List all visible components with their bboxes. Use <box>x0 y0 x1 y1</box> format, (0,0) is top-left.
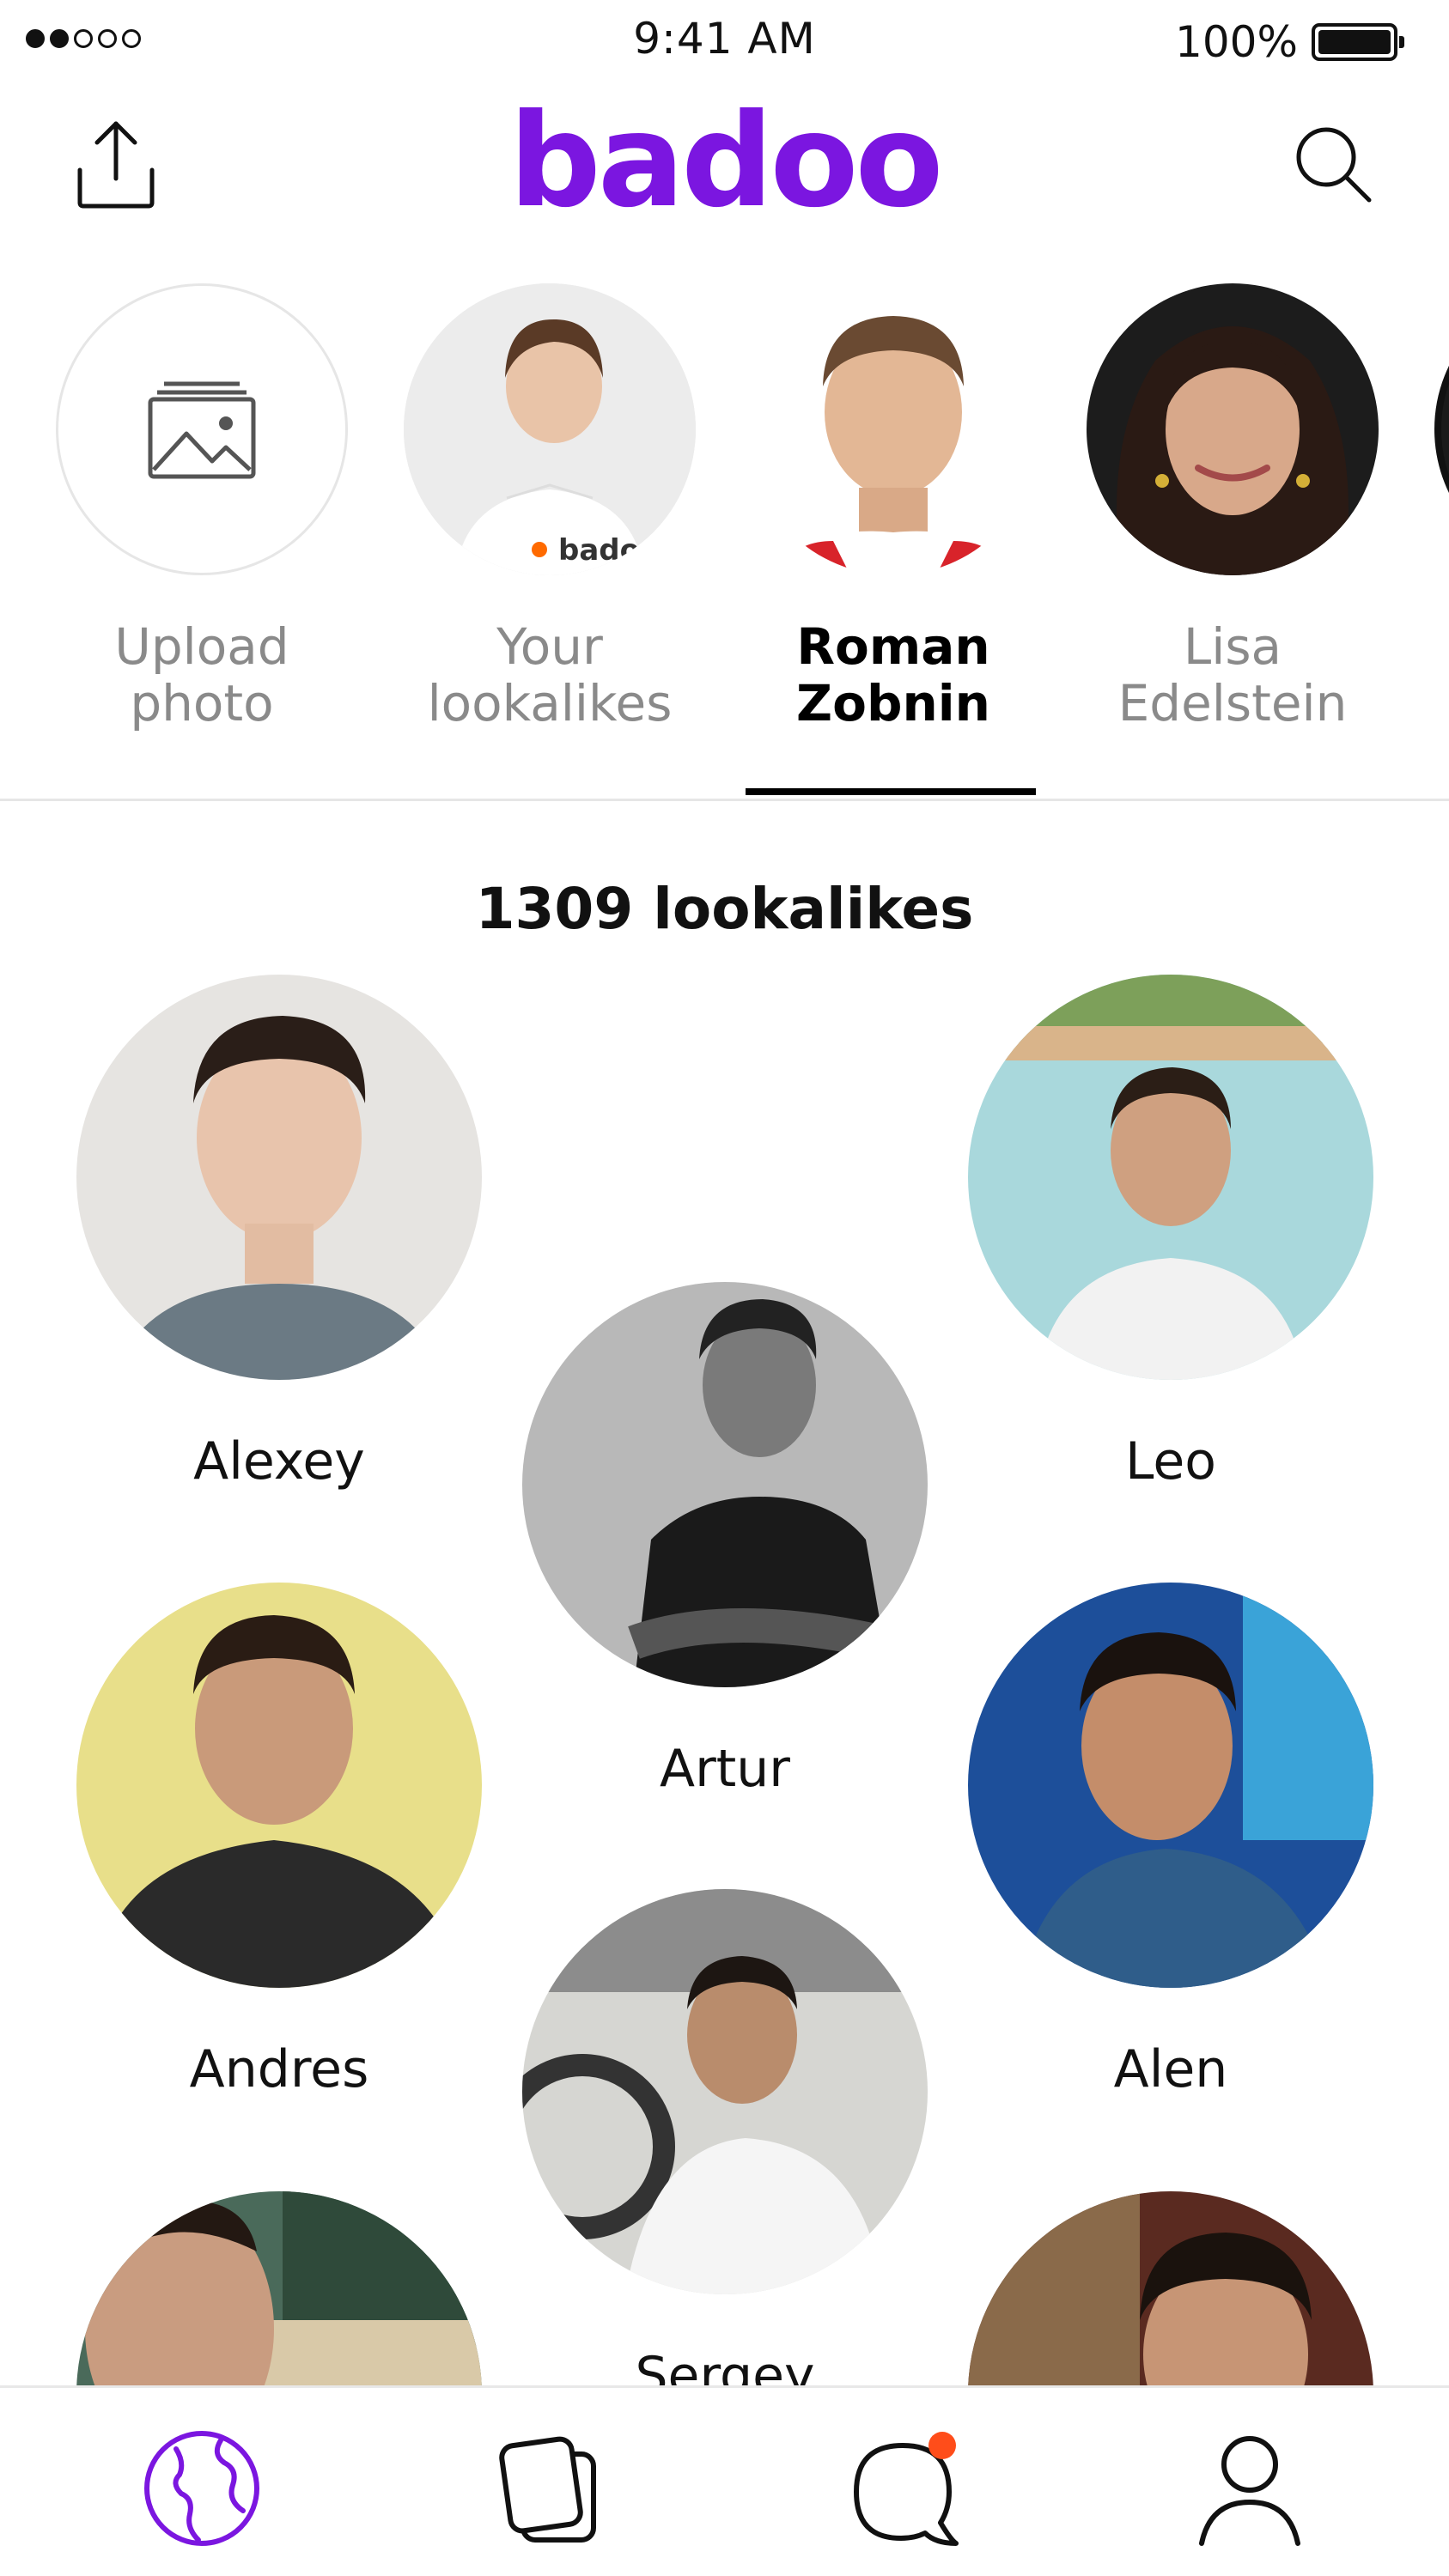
search-icon <box>1296 127 1372 203</box>
battery-percent: 100% <box>1175 17 1298 67</box>
lisa-edelstein-photo <box>1087 283 1379 575</box>
globe-icon <box>144 2431 259 2546</box>
story-label: Roman Zobnin <box>796 617 990 732</box>
battery: 100% <box>1175 17 1404 67</box>
active-tab-indicator <box>746 788 1036 795</box>
bottom-tab-bar <box>0 2385 1449 2576</box>
lookalike-card[interactable]: Leo <box>965 975 1377 1492</box>
search-button[interactable] <box>1277 108 1389 220</box>
lookalike-name: Artur <box>660 1739 790 1799</box>
lookalike-photo <box>522 1889 928 2294</box>
tab-lisa-edelstein[interactable]: Lisa Edelstein <box>1069 283 1396 732</box>
lookalike-card[interactable]: Alexey <box>73 975 485 1492</box>
lookalike-card[interactable]: Andres <box>73 1583 485 2099</box>
story-label: Upload photo <box>114 617 289 732</box>
badoo-logo: badoo <box>508 87 943 236</box>
lookalike-photo <box>968 975 1373 1380</box>
lookalike-photo <box>522 1282 928 1687</box>
lookalike-photo <box>76 2191 482 2387</box>
lookalike-card[interactable]: Sergey <box>519 1889 931 2387</box>
lookalike-name: Sergey <box>635 2346 815 2387</box>
story-label: Lisa Edelstein <box>1117 617 1348 732</box>
tab-upload-photo[interactable]: Upload photo <box>39 283 365 732</box>
next-story-peek[interactable] <box>1434 283 1449 575</box>
chat-icon <box>854 2432 959 2546</box>
lookalike-name: Andres <box>189 2039 369 2099</box>
lookalike-photo <box>76 1583 482 1988</box>
tab-your-lookalikes[interactable]: badoo Your lookalikes <box>387 283 713 732</box>
your-lookalikes-photo: badoo <box>404 283 696 575</box>
profile-icon <box>1199 2436 1300 2546</box>
tab-explore[interactable] <box>137 2424 266 2553</box>
lookalikes-count: 1309 lookalikes <box>475 876 974 942</box>
lookalike-photo <box>968 1583 1373 1988</box>
lookalike-name: Leo <box>1125 1431 1216 1492</box>
notification-dot <box>928 2432 956 2459</box>
app-header: badoo <box>0 82 1449 237</box>
celebrity-tabs: Upload photo badoo Your lookalikes Roman… <box>0 283 1449 799</box>
lookalikes-screen: 9:41 AM 100% badoo Upload photo badoo Yo… <box>0 0 1449 2576</box>
story-label: Your lookalikes <box>427 617 673 732</box>
battery-icon <box>1312 23 1404 61</box>
tab-roman-zobnin[interactable]: Roman Zobnin <box>730 283 1056 732</box>
cards-icon <box>499 2436 596 2543</box>
image-upload-icon <box>148 381 256 479</box>
lookalike-card[interactable] <box>965 2191 1377 2387</box>
lookalike-photo <box>968 2191 1373 2387</box>
lookalike-card[interactable] <box>73 2191 485 2387</box>
tab-messages[interactable] <box>842 2424 971 2553</box>
divider <box>0 799 1449 801</box>
lookalike-name: Alen <box>1113 2039 1228 2099</box>
roman-zobnin-photo <box>747 283 1039 575</box>
tab-encounters[interactable] <box>490 2424 618 2553</box>
upload-photo-circle <box>56 283 348 575</box>
status-bar: 9:41 AM 100% <box>0 0 1449 82</box>
svg-text:badoo: badoo <box>558 533 660 568</box>
lookalike-name: Alexey <box>193 1431 365 1492</box>
lookalike-card[interactable]: Artur <box>519 1282 931 1799</box>
lookalikes-grid: Alexey Artur Leo Andres Sergey Alen <box>0 945 1449 2387</box>
tab-profile[interactable] <box>1185 2424 1314 2553</box>
lookalike-card[interactable]: Alen <box>965 1583 1377 2099</box>
lookalike-photo <box>76 975 482 1380</box>
